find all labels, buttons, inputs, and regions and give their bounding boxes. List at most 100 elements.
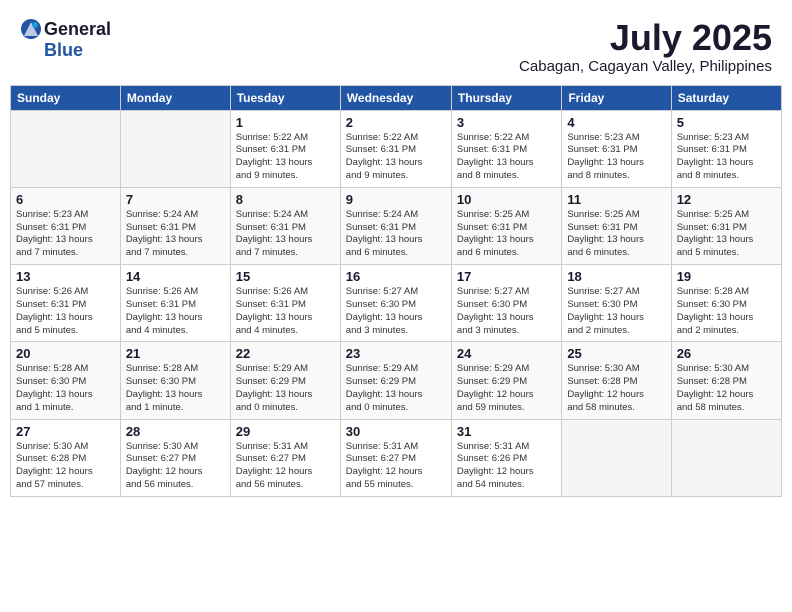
page-header: General Blue July 2025 Cabagan, Cagayan … bbox=[10, 10, 782, 79]
calendar-cell: 27Sunrise: 5:30 AM Sunset: 6:28 PM Dayli… bbox=[11, 419, 121, 496]
day-info: Sunrise: 5:27 AM Sunset: 6:30 PM Dayligh… bbox=[457, 286, 556, 337]
day-number: 14 bbox=[126, 269, 225, 284]
day-number: 13 bbox=[16, 269, 115, 284]
day-number: 16 bbox=[346, 269, 446, 284]
calendar-cell: 8Sunrise: 5:24 AM Sunset: 6:31 PM Daylig… bbox=[230, 187, 340, 264]
calendar-cell: 5Sunrise: 5:23 AM Sunset: 6:31 PM Daylig… bbox=[671, 110, 781, 187]
day-info: Sunrise: 5:26 AM Sunset: 6:31 PM Dayligh… bbox=[16, 286, 115, 337]
day-number: 25 bbox=[567, 346, 665, 361]
day-info: Sunrise: 5:28 AM Sunset: 6:30 PM Dayligh… bbox=[677, 286, 776, 337]
day-info: Sunrise: 5:29 AM Sunset: 6:29 PM Dayligh… bbox=[346, 363, 446, 414]
calendar-cell: 20 Sunrise: 5:28 AM Sunset: 6:30 PM Dayli… bbox=[11, 342, 121, 419]
day-number: 29 bbox=[236, 424, 335, 439]
day-info: Sunrise: 5:26 AM Sunset: 6:31 PM Dayligh… bbox=[126, 286, 225, 337]
calendar-cell: 31 Sunrise: 5:31 AM Sunset: 6:26 PM Dayli… bbox=[451, 419, 561, 496]
weekday-header: Friday bbox=[562, 85, 671, 110]
calendar-cell: 14 Sunrise: 5:26 AM Sunset: 6:31 PM Dayli… bbox=[120, 265, 230, 342]
calendar-header-row: SundayMondayTuesdayWednesdayThursdayFrid… bbox=[11, 85, 782, 110]
day-info: Sunrise: 5:22 AM Sunset: 6:31 PM Dayligh… bbox=[457, 132, 556, 183]
calendar-cell: 30Sunrise: 5:31 AM Sunset: 6:27 PM Dayli… bbox=[340, 419, 451, 496]
calendar-cell: 26Sunrise: 5:30 AM Sunset: 6:28 PM Dayli… bbox=[671, 342, 781, 419]
day-number: 31 bbox=[457, 424, 556, 439]
day-number: 8 bbox=[236, 192, 335, 207]
day-number: 21 bbox=[126, 346, 225, 361]
calendar-cell bbox=[671, 419, 781, 496]
day-info: Sunrise: 5:27 AM Sunset: 6:30 PM Dayligh… bbox=[567, 286, 665, 337]
day-info: Sunrise: 5:31 AM Sunset: 6:27 PM Dayligh… bbox=[236, 441, 335, 492]
day-info: Sunrise: 5:27 AM Sunset: 6:30 PM Dayligh… bbox=[346, 286, 446, 337]
weekday-header: Tuesday bbox=[230, 85, 340, 110]
calendar-cell bbox=[11, 110, 121, 187]
day-number: 3 bbox=[457, 115, 556, 130]
day-number: 20 bbox=[16, 346, 115, 361]
logo-icon bbox=[20, 18, 42, 40]
calendar-cell: 29 Sunrise: 5:31 AM Sunset: 6:27 PM Dayli… bbox=[230, 419, 340, 496]
calendar-cell: 6 Sunrise: 5:23 AM Sunset: 6:31 PM Daylig… bbox=[11, 187, 121, 264]
day-number: 18 bbox=[567, 269, 665, 284]
day-number: 15 bbox=[236, 269, 335, 284]
day-info: Sunrise: 5:31 AM Sunset: 6:26 PM Dayligh… bbox=[457, 441, 556, 492]
calendar-cell bbox=[562, 419, 671, 496]
day-number: 11 bbox=[567, 192, 665, 207]
day-number: 6 bbox=[16, 192, 115, 207]
calendar-cell: 10Sunrise: 5:25 AM Sunset: 6:31 PM Dayli… bbox=[451, 187, 561, 264]
calendar-week-row: 20 Sunrise: 5:28 AM Sunset: 6:30 PM Dayli… bbox=[11, 342, 782, 419]
day-number: 17 bbox=[457, 269, 556, 284]
day-info: Sunrise: 5:23 AM Sunset: 6:31 PM Dayligh… bbox=[16, 209, 115, 260]
day-number: 23 bbox=[346, 346, 446, 361]
day-info: Sunrise: 5:22 AM Sunset: 6:31 PM Dayligh… bbox=[346, 132, 446, 183]
day-number: 24 bbox=[457, 346, 556, 361]
day-info: Sunrise: 5:30 AM Sunset: 6:28 PM Dayligh… bbox=[677, 363, 776, 414]
calendar-cell: 1 Sunrise: 5:22 AM Sunset: 6:31 PM Daylig… bbox=[230, 110, 340, 187]
calendar-week-row: 27Sunrise: 5:30 AM Sunset: 6:28 PM Dayli… bbox=[11, 419, 782, 496]
calendar-cell: 15 Sunrise: 5:26 AM Sunset: 6:31 PM Dayli… bbox=[230, 265, 340, 342]
calendar-cell: 12 Sunrise: 5:25 AM Sunset: 6:31 PM Dayli… bbox=[671, 187, 781, 264]
day-info: Sunrise: 5:29 AM Sunset: 6:29 PM Dayligh… bbox=[457, 363, 556, 414]
day-number: 2 bbox=[346, 115, 446, 130]
day-info: Sunrise: 5:25 AM Sunset: 6:31 PM Dayligh… bbox=[457, 209, 556, 260]
day-number: 28 bbox=[126, 424, 225, 439]
calendar-cell: 21 Sunrise: 5:28 AM Sunset: 6:30 PM Dayli… bbox=[120, 342, 230, 419]
logo: General Blue bbox=[20, 18, 111, 61]
weekday-header: Saturday bbox=[671, 85, 781, 110]
calendar-table: SundayMondayTuesdayWednesdayThursdayFrid… bbox=[10, 85, 782, 497]
weekday-header: Monday bbox=[120, 85, 230, 110]
day-info: Sunrise: 5:30 AM Sunset: 6:27 PM Dayligh… bbox=[126, 441, 225, 492]
calendar-cell: 4 Sunrise: 5:23 AM Sunset: 6:31 PM Daylig… bbox=[562, 110, 671, 187]
day-info: Sunrise: 5:28 AM Sunset: 6:30 PM Dayligh… bbox=[126, 363, 225, 414]
day-info: Sunrise: 5:24 AM Sunset: 6:31 PM Dayligh… bbox=[126, 209, 225, 260]
weekday-header: Sunday bbox=[11, 85, 121, 110]
day-number: 1 bbox=[236, 115, 335, 130]
day-number: 27 bbox=[16, 424, 115, 439]
day-info: Sunrise: 5:26 AM Sunset: 6:31 PM Dayligh… bbox=[236, 286, 335, 337]
day-number: 7 bbox=[126, 192, 225, 207]
calendar-week-row: 13 Sunrise: 5:26 AM Sunset: 6:31 PM Dayli… bbox=[11, 265, 782, 342]
calendar-cell: 19 Sunrise: 5:28 AM Sunset: 6:30 PM Dayli… bbox=[671, 265, 781, 342]
day-number: 9 bbox=[346, 192, 446, 207]
day-info: Sunrise: 5:22 AM Sunset: 6:31 PM Dayligh… bbox=[236, 132, 335, 183]
calendar-cell: 16 Sunrise: 5:27 AM Sunset: 6:30 PM Dayli… bbox=[340, 265, 451, 342]
calendar-cell: 3 Sunrise: 5:22 AM Sunset: 6:31 PM Daylig… bbox=[451, 110, 561, 187]
day-info: Sunrise: 5:25 AM Sunset: 6:31 PM Dayligh… bbox=[567, 209, 665, 260]
day-info: Sunrise: 5:28 AM Sunset: 6:30 PM Dayligh… bbox=[16, 363, 115, 414]
calendar-cell: 2 Sunrise: 5:22 AM Sunset: 6:31 PM Daylig… bbox=[340, 110, 451, 187]
calendar-cell bbox=[120, 110, 230, 187]
title-block: July 2025 Cabagan, Cagayan Valley, Phili… bbox=[519, 18, 772, 75]
day-number: 12 bbox=[677, 192, 776, 207]
calendar-cell: 17 Sunrise: 5:27 AM Sunset: 6:30 PM Dayli… bbox=[451, 265, 561, 342]
calendar-cell: 18 Sunrise: 5:27 AM Sunset: 6:30 PM Dayli… bbox=[562, 265, 671, 342]
calendar-cell: 28 Sunrise: 5:30 AM Sunset: 6:27 PM Dayli… bbox=[120, 419, 230, 496]
calendar-cell: 7 Sunrise: 5:24 AM Sunset: 6:31 PM Daylig… bbox=[120, 187, 230, 264]
day-info: Sunrise: 5:25 AM Sunset: 6:31 PM Dayligh… bbox=[677, 209, 776, 260]
day-number: 30 bbox=[346, 424, 446, 439]
logo-general-text: General bbox=[44, 19, 111, 40]
page-title: July 2025 bbox=[519, 18, 772, 58]
day-number: 4 bbox=[567, 115, 665, 130]
day-number: 19 bbox=[677, 269, 776, 284]
day-info: Sunrise: 5:29 AM Sunset: 6:29 PM Dayligh… bbox=[236, 363, 335, 414]
calendar-cell: 11 Sunrise: 5:25 AM Sunset: 6:31 PM Dayli… bbox=[562, 187, 671, 264]
weekday-header: Thursday bbox=[451, 85, 561, 110]
day-info: Sunrise: 5:23 AM Sunset: 6:31 PM Dayligh… bbox=[567, 132, 665, 183]
weekday-header: Wednesday bbox=[340, 85, 451, 110]
page-subtitle: Cabagan, Cagayan Valley, Philippines bbox=[519, 58, 772, 75]
